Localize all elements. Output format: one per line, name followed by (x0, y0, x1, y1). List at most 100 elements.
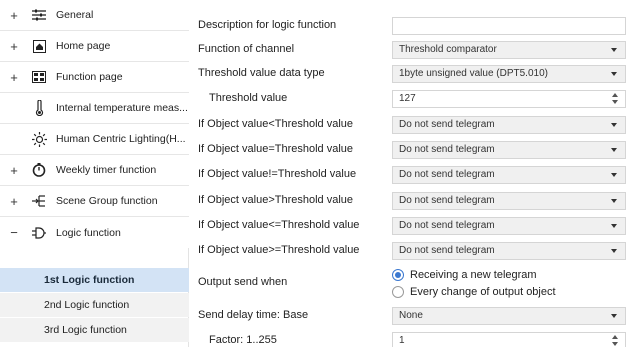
delay-base-label: Send delay time: Base (198, 309, 309, 321)
row-function-of-channel: Function of channel Threshold comparator (189, 38, 629, 63)
clock-icon (30, 162, 48, 178)
stepper-value: 127 (399, 93, 416, 104)
factor-stepper[interactable]: 1 (392, 332, 626, 347)
sidebar-item-label: Internal temperature meas... (56, 102, 188, 114)
sidebar-item-weekly-timer[interactable]: + Weekly timer function (0, 155, 189, 186)
select-value: 1byte unsigned value (DPT5.010) (399, 68, 548, 79)
sidebar-item-scene-group[interactable]: + Scene Group function (0, 186, 189, 217)
thermometer-icon (30, 100, 48, 116)
obj-ne-select[interactable]: Do not send telegram (392, 166, 626, 184)
obj-eq-label: If Object value=Threshold value (198, 143, 354, 155)
select-value: None (399, 310, 423, 321)
radio-label: Every change of output object (410, 286, 556, 298)
parameter-panel: Description for logic function Function … (189, 0, 629, 347)
row-threshold-value: Threshold value 127 (189, 87, 629, 112)
radio-receiving-new-telegram[interactable]: Receiving a new telegram (392, 269, 537, 281)
obj-ge-select[interactable]: Do not send telegram (392, 242, 626, 260)
sidebar-item-function-page[interactable]: + Function page (0, 62, 189, 93)
obj-lt-select[interactable]: Do not send telegram (392, 116, 626, 134)
row-obj-le: If Object value<=Threshold value Do not … (189, 214, 629, 239)
obj-le-select[interactable]: Do not send telegram (392, 217, 626, 235)
collapse-icon[interactable]: − (4, 225, 24, 240)
factor-label: Factor: 1..255 (209, 334, 277, 346)
sidebar-item-label: Scene Group function (56, 195, 158, 207)
row-obj-ge: If Object value>=Threshold value Do not … (189, 239, 629, 264)
spin-arrows-icon[interactable] (612, 334, 619, 347)
sidebar-item-label: General (56, 9, 94, 21)
sliders-icon (30, 7, 48, 23)
sidebar-item-internal-temperature[interactable]: Internal temperature meas... (0, 93, 189, 124)
row-obj-eq: If Object value=Threshold value Do not s… (189, 138, 629, 163)
sidebar-item-label: Human Centric Lighting(H... (56, 133, 186, 145)
sidebar-item-human-centric-lighting[interactable]: Human Centric Lighting(H... (0, 124, 189, 155)
expand-icon[interactable]: + (4, 163, 24, 178)
spin-arrows-icon[interactable] (612, 92, 619, 106)
function-of-channel-label: Function of channel (198, 43, 295, 55)
obj-le-label: If Object value<=Threshold value (198, 219, 360, 231)
chevron-down-icon (611, 224, 617, 228)
select-value: Do not send telegram (399, 220, 495, 231)
sidebar-item-general[interactable]: + General (0, 0, 189, 31)
chevron-down-icon (611, 173, 617, 177)
expand-icon[interactable]: + (4, 194, 24, 209)
select-value: Threshold comparator (399, 44, 497, 55)
radio-label: Receiving a new telegram (410, 269, 537, 281)
sidebar: + General + Home page + Function page In… (0, 0, 189, 347)
logic-icon (30, 225, 48, 241)
select-value: Do not send telegram (399, 144, 495, 155)
chevron-down-icon (611, 249, 617, 253)
obj-eq-select[interactable]: Do not send telegram (392, 141, 626, 159)
sidebar-subitem-3rd-logic[interactable]: 3rd Logic function (0, 318, 189, 342)
chevron-down-icon (611, 314, 617, 318)
obj-gt-select[interactable]: Do not send telegram (392, 192, 626, 210)
sidebar-item-label: Weekly timer function (56, 164, 157, 176)
select-value: Do not send telegram (399, 245, 495, 256)
row-obj-gt: If Object value>Threshold value Do not s… (189, 189, 629, 214)
threshold-type-label: Threshold value data type (198, 67, 325, 79)
stepper-value: 1 (399, 335, 405, 346)
radio-unchecked-icon[interactable] (392, 286, 404, 298)
delay-base-select[interactable]: None (392, 307, 626, 325)
radio-every-change[interactable]: Every change of output object (392, 286, 556, 298)
sidebar-item-label: Function page (56, 71, 123, 83)
select-value: Do not send telegram (399, 169, 495, 180)
sidebar-subitem-label: 2nd Logic function (44, 299, 130, 311)
chevron-down-icon (611, 72, 617, 76)
threshold-value-stepper[interactable]: 127 (392, 90, 626, 108)
row-obj-ne: If Object value!=Threshold value Do not … (189, 163, 629, 188)
sun-icon (30, 131, 48, 147)
row-description: Description for logic function (189, 14, 629, 39)
chevron-down-icon (611, 48, 617, 52)
output-send-label: Output send when (198, 276, 288, 288)
row-threshold-type: Threshold value data type 1byte unsigned… (189, 62, 629, 87)
threshold-value-label: Threshold value (209, 92, 288, 104)
function-of-channel-select[interactable]: Threshold comparator (392, 41, 626, 59)
select-value: Do not send telegram (399, 119, 495, 130)
chevron-down-icon (611, 199, 617, 203)
row-delay-base: Send delay time: Base None (189, 304, 629, 329)
obj-ne-label: If Object value!=Threshold value (198, 168, 357, 180)
radio-checked-icon[interactable] (392, 269, 404, 281)
description-input[interactable] (392, 17, 626, 35)
grid-icon (30, 69, 48, 85)
sidebar-item-logic-function[interactable]: − Logic function (0, 217, 189, 248)
threshold-type-select[interactable]: 1byte unsigned value (DPT5.010) (392, 65, 626, 83)
sidebar-item-label: Logic function (56, 226, 121, 239)
expand-icon[interactable]: + (4, 39, 24, 54)
sidebar-subitem-1st-logic[interactable]: 1st Logic function (0, 268, 189, 292)
description-label: Description for logic function (198, 19, 337, 31)
sidebar-subitem-2nd-logic[interactable]: 2nd Logic function (0, 293, 189, 317)
expand-icon[interactable]: + (4, 8, 24, 23)
obj-gt-label: If Object value>Threshold value (198, 194, 354, 206)
sidebar-item-home-page[interactable]: + Home page (0, 31, 189, 62)
row-obj-lt: If Object value<Threshold value Do not s… (189, 113, 629, 138)
select-value: Do not send telegram (399, 195, 495, 206)
sidebar-subitem-label: 3rd Logic function (44, 324, 127, 336)
home-icon (30, 38, 48, 54)
expand-icon[interactable]: + (4, 70, 24, 85)
scene-icon (30, 193, 48, 209)
obj-lt-label: If Object value<Threshold value (198, 118, 354, 130)
sidebar-item-label: Home page (56, 40, 111, 52)
chevron-down-icon (611, 123, 617, 127)
obj-ge-label: If Object value>=Threshold value (198, 244, 360, 256)
